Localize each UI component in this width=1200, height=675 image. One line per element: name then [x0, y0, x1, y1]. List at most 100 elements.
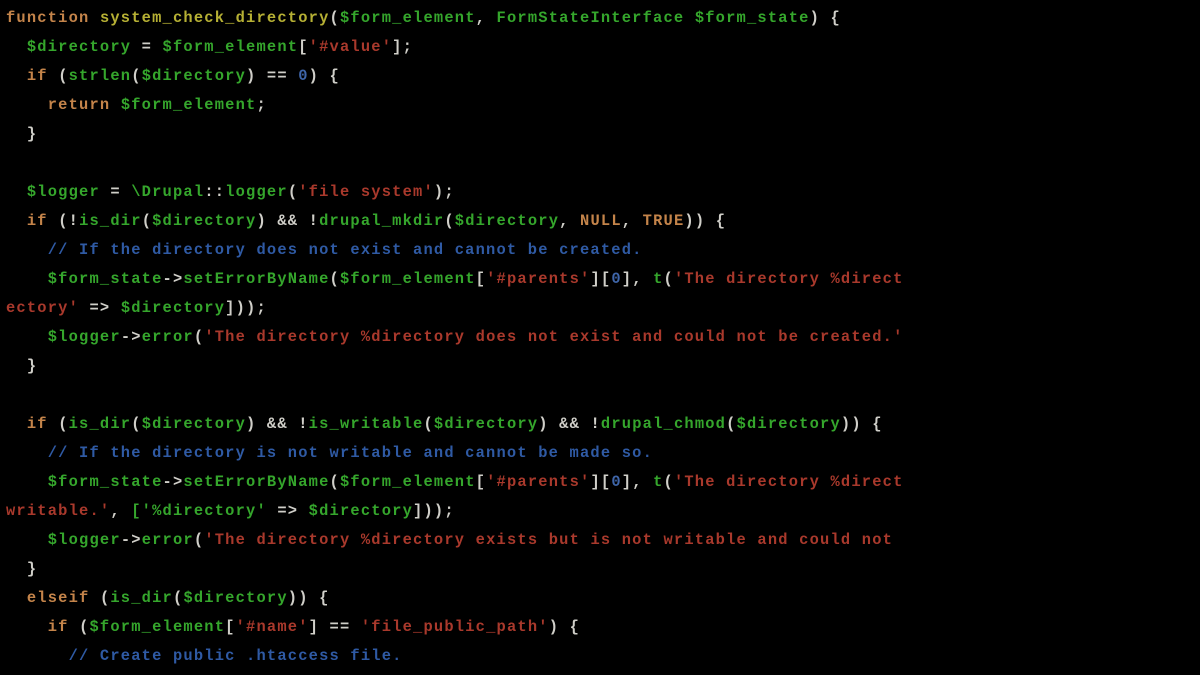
- op: ->: [121, 328, 142, 346]
- p: (: [58, 67, 68, 85]
- p: ): [684, 212, 694, 230]
- p: (: [444, 212, 454, 230]
- op: =>: [277, 502, 298, 520]
- p: ): [549, 618, 559, 636]
- ns: \Drupal: [131, 183, 204, 201]
- p: (: [664, 270, 674, 288]
- s: 'file_public_path': [361, 618, 549, 636]
- m: error: [142, 328, 194, 346]
- p: ,: [622, 212, 632, 230]
- fn: t: [653, 473, 663, 491]
- op: !: [590, 415, 600, 433]
- p: ,: [632, 473, 642, 491]
- p: ;: [256, 299, 266, 317]
- p: ): [538, 415, 548, 433]
- b: TRUE: [643, 212, 685, 230]
- v: $form_state: [48, 270, 163, 288]
- p: {: [570, 618, 580, 636]
- v: $form_state: [48, 473, 163, 491]
- kw-if: if: [48, 618, 69, 636]
- op: =: [110, 183, 120, 201]
- p: ): [288, 589, 298, 607]
- kw-if: if: [27, 212, 48, 230]
- v: $directory: [152, 212, 256, 230]
- p: (: [100, 589, 110, 607]
- op: !: [298, 415, 308, 433]
- v: $form_state: [695, 9, 810, 27]
- p: ]: [392, 38, 402, 56]
- p: (: [142, 212, 152, 230]
- fn: is_dir: [79, 212, 142, 230]
- p: ]: [590, 270, 600, 288]
- op: ::: [204, 183, 225, 201]
- p: [: [476, 473, 486, 491]
- op: &&: [277, 212, 298, 230]
- p: (: [423, 415, 433, 433]
- v: $directory: [455, 212, 559, 230]
- n: 0: [611, 270, 621, 288]
- kw-return: return: [48, 96, 111, 114]
- p: ;: [444, 502, 454, 520]
- p: (: [664, 473, 674, 491]
- p: (: [330, 473, 340, 491]
- p: ): [695, 212, 705, 230]
- p: [: [225, 618, 235, 636]
- p: ;: [444, 183, 454, 201]
- p: ): [256, 212, 266, 230]
- s: 'The directory %direct: [674, 270, 904, 288]
- kw-if: if: [27, 67, 48, 85]
- p: ): [434, 183, 444, 201]
- code-block: function system_check_directory($form_el…: [0, 0, 1200, 675]
- p: ): [298, 589, 308, 607]
- v: $logger: [27, 183, 100, 201]
- s: ectory': [6, 299, 79, 317]
- p: [: [601, 473, 611, 491]
- p: ): [246, 415, 256, 433]
- p: ): [841, 415, 851, 433]
- kw-elseif: elseif: [27, 589, 90, 607]
- p: ]: [413, 502, 423, 520]
- fn: is_dir: [110, 589, 173, 607]
- v: $directory: [121, 299, 225, 317]
- p: {: [716, 212, 726, 230]
- p: {: [319, 589, 329, 607]
- p: ): [246, 67, 256, 85]
- p: ]: [225, 299, 235, 317]
- op: !: [309, 212, 319, 230]
- p: [: [298, 38, 308, 56]
- s: '#value': [309, 38, 393, 56]
- fn: drupal_mkdir: [319, 212, 444, 230]
- v: $form_element: [163, 38, 299, 56]
- fn: is_dir: [69, 415, 132, 433]
- op: &&: [559, 415, 580, 433]
- kw-function: function: [6, 9, 90, 27]
- type: FormStateInterface: [497, 9, 685, 27]
- p: (: [194, 531, 204, 549]
- m: setErrorByName: [183, 473, 329, 491]
- m: setErrorByName: [183, 270, 329, 288]
- s: '#parents': [486, 270, 590, 288]
- p: ): [236, 299, 246, 317]
- fn: is_writable: [309, 415, 424, 433]
- op: =: [142, 38, 152, 56]
- op: =>: [90, 299, 111, 317]
- p: ): [851, 415, 861, 433]
- p: {: [330, 67, 340, 85]
- p: (: [173, 589, 183, 607]
- op: ->: [163, 270, 184, 288]
- fn: t: [653, 270, 663, 288]
- op: ->: [163, 473, 184, 491]
- v: $directory: [142, 67, 246, 85]
- v: $logger: [48, 531, 121, 549]
- op: ->: [121, 531, 142, 549]
- v: $directory: [309, 502, 413, 520]
- p: (: [726, 415, 736, 433]
- p: }: [27, 125, 37, 143]
- v: $directory: [27, 38, 131, 56]
- v: $form_element: [340, 270, 476, 288]
- p: (: [79, 618, 89, 636]
- p: {: [872, 415, 882, 433]
- s: 'The directory %directory does not exist…: [204, 328, 903, 346]
- v: $form_element: [340, 9, 476, 27]
- p: ): [309, 67, 319, 85]
